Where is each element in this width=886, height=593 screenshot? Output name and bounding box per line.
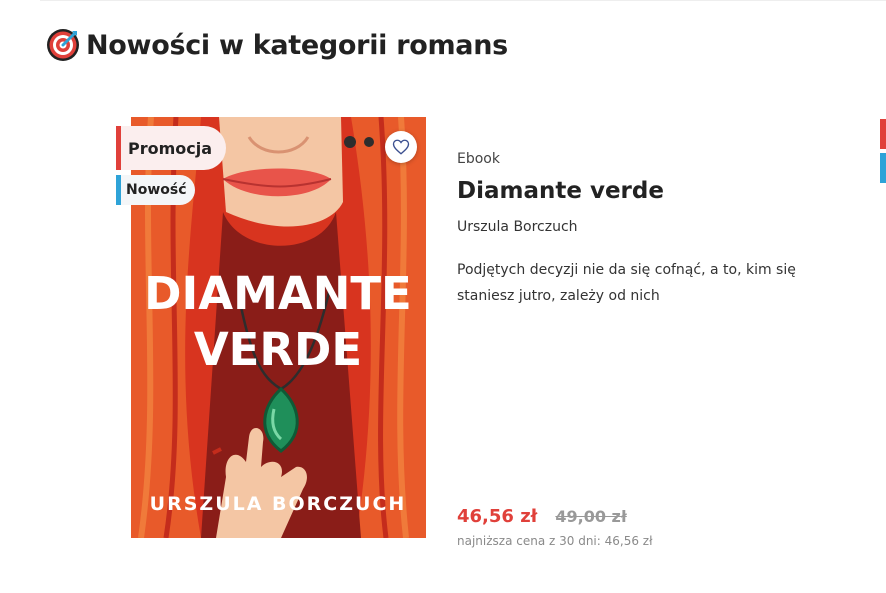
lowest-price-note: najniższa cena z 30 dni: 46,56 zł	[457, 534, 653, 548]
section-title: Nowości w kategorii romans	[86, 29, 508, 61]
new-badge: Nowość	[116, 175, 195, 205]
heart-icon	[392, 139, 410, 155]
section-header: Nowości w kategorii romans	[46, 27, 508, 63]
product-format: Ebook	[457, 151, 500, 167]
product-title[interactable]: Diamante verde	[457, 178, 664, 204]
cover-title-line2: VERDE	[194, 323, 362, 376]
old-price: 49,00 zł	[555, 507, 627, 526]
next-item-new-badge-edge	[880, 153, 886, 183]
next-item-promo-badge-edge	[880, 119, 886, 149]
ebook-mark-icon	[364, 137, 374, 147]
cover-title-line1: DIAMANTE	[144, 267, 412, 320]
price-row: 46,56 zł 49,00 zł	[457, 506, 627, 527]
publisher-logo	[344, 136, 356, 148]
promo-badge: Promocja	[116, 126, 227, 170]
product-author[interactable]: Urszula Borczuch	[457, 219, 578, 235]
target-icon	[47, 29, 79, 61]
current-price: 46,56 zł	[457, 506, 538, 527]
top-divider	[40, 0, 886, 1]
add-to-wishlist-button[interactable]	[385, 131, 417, 163]
product-description: Podjętych decyzji nie da się cofnąć, a t…	[457, 262, 796, 304]
cover-author: URSZULA BORCZUCH	[150, 493, 407, 515]
